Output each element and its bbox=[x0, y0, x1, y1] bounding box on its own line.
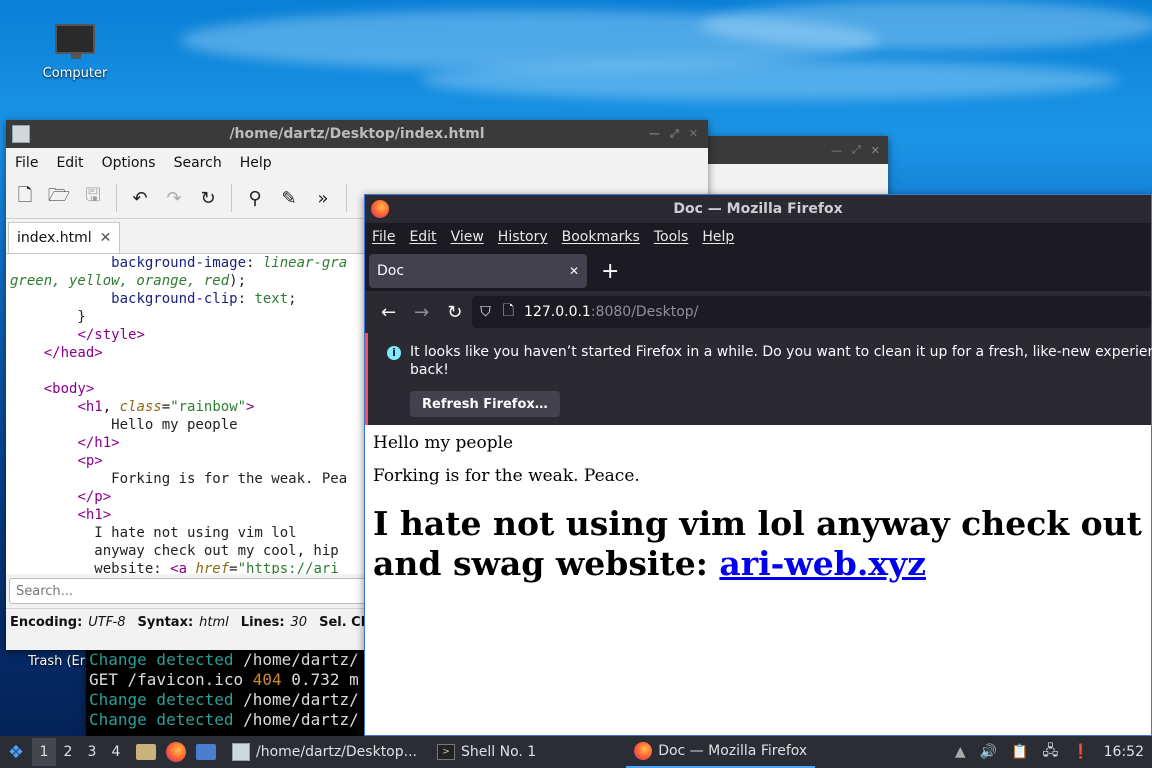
notification-text-2: back! bbox=[410, 362, 449, 378]
firefox-app-icon bbox=[634, 742, 653, 760]
workspace-2[interactable]: 2 bbox=[56, 738, 80, 766]
page-heading-main: I hate not using vim lol anyway check ou… bbox=[373, 504, 1151, 583]
window-title: /home/dartz/Desktop/index.html bbox=[229, 126, 485, 142]
close-icon[interactable]: ✕ bbox=[871, 144, 880, 157]
close-icon[interactable]: ✕ bbox=[689, 127, 698, 141]
maximize-icon[interactable]: ⤢ bbox=[670, 127, 679, 141]
new-file-icon[interactable]: 🗋 bbox=[12, 185, 38, 211]
desktop-icon-label: Computer bbox=[42, 66, 108, 81]
desktop-icon-label: Trash (Er bbox=[28, 654, 86, 669]
task-firefox[interactable]: Doc — Mozilla Firefox bbox=[626, 736, 816, 768]
menu-tools[interactable]: Tools bbox=[647, 229, 696, 245]
page-heading-hello: Hello my people bbox=[373, 433, 514, 453]
firefox-tabstrip: Doc ✕ + bbox=[365, 251, 1151, 291]
firefox-menubar: File Edit View History Bookmarks Tools H… bbox=[365, 223, 1151, 251]
workspace-1[interactable]: 1 bbox=[32, 738, 56, 766]
terminal-line: GET /favicon.ico 404 0.732 m bbox=[89, 670, 359, 689]
page-paragraph: Forking is for the weak. Peace. bbox=[373, 466, 640, 486]
reload-icon[interactable]: ↻ bbox=[195, 185, 221, 211]
back-icon[interactable]: ← bbox=[381, 302, 396, 323]
terminal-line: Change detected /home/dartz/ bbox=[89, 710, 359, 729]
menu-history[interactable]: History bbox=[491, 229, 555, 245]
background-window[interactable]: — ⤢ ✕ bbox=[706, 136, 888, 196]
menu-search[interactable]: Search bbox=[165, 155, 231, 171]
menu-options[interactable]: Options bbox=[93, 155, 165, 171]
page-icon: 🗋 bbox=[502, 303, 515, 319]
clock[interactable]: 16:52 bbox=[1104, 744, 1144, 760]
network-icon[interactable]: 🖧 bbox=[1043, 740, 1059, 764]
toolbar-separator bbox=[231, 184, 232, 212]
forward-icon[interactable]: → bbox=[414, 302, 429, 323]
minimize-icon[interactable]: — bbox=[831, 144, 842, 157]
page-content: Hello my people Forking is for the weak.… bbox=[365, 425, 1151, 731]
file-manager-icon[interactable] bbox=[136, 744, 156, 760]
menu-help[interactable]: Help bbox=[695, 229, 741, 245]
editor-menubar: File Edit Options Search Help bbox=[6, 148, 708, 178]
menu-view[interactable]: View bbox=[444, 229, 491, 245]
reload-icon[interactable]: ↻ bbox=[447, 302, 462, 323]
new-tab-icon[interactable]: + bbox=[601, 259, 619, 284]
open-folder-icon[interactable]: 🗁 bbox=[46, 185, 72, 211]
firefox-titlebar[interactable]: Doc — Mozilla Firefox bbox=[365, 195, 1151, 223]
url-host: 127.0.0.1 bbox=[524, 304, 591, 320]
menu-file[interactable]: File bbox=[6, 155, 47, 171]
notification-icon[interactable]: ❗ bbox=[1072, 744, 1089, 760]
task-label: Doc — Mozilla Firefox bbox=[658, 743, 808, 759]
task-label: Shell No. 1 bbox=[461, 744, 537, 760]
app-menu-icon[interactable]: ❖ bbox=[0, 742, 32, 763]
firefox-launcher-icon[interactable] bbox=[166, 742, 186, 762]
clipboard-icon[interactable]: 📋 bbox=[1011, 744, 1028, 760]
close-icon[interactable]: ✕ bbox=[569, 264, 579, 278]
terminal-window[interactable]: Change detected /home/dartz/ GET /favico… bbox=[86, 650, 376, 736]
task-editor[interactable]: /home/dartz/Desktop... bbox=[224, 736, 425, 768]
workspace-4[interactable]: 4 bbox=[104, 738, 128, 766]
menu-help[interactable]: Help bbox=[231, 155, 281, 171]
tab-label: Doc bbox=[377, 263, 405, 279]
redo-icon[interactable]: ↷ bbox=[161, 185, 187, 211]
maximize-icon[interactable]: ⤢ bbox=[852, 143, 861, 157]
url-bar[interactable]: ⛉ 🗋 127.0.0.1:8080/Desktop/ bbox=[472, 296, 1151, 328]
more-icon[interactable]: » bbox=[310, 185, 336, 211]
tab-doc[interactable]: Doc ✕ bbox=[369, 254, 587, 288]
toolbar-separator bbox=[116, 184, 117, 212]
url-path: :8080/Desktop/ bbox=[590, 304, 699, 320]
menu-file[interactable]: File bbox=[365, 229, 402, 245]
notification-text: It looks like you haven’t started Firefo… bbox=[410, 344, 1152, 360]
refresh-firefox-button[interactable]: Refresh Firefox… bbox=[410, 391, 560, 417]
close-icon[interactable]: ✕ bbox=[100, 230, 112, 246]
desktop-icon-computer[interactable]: Computer bbox=[40, 24, 110, 81]
toolbar-separator bbox=[346, 184, 347, 212]
save-icon[interactable]: 🖫 bbox=[80, 185, 106, 211]
desktop-icon[interactable] bbox=[196, 744, 216, 760]
editor-app-icon bbox=[232, 743, 250, 761]
taskbar: ❖ 1 2 3 4 /home/dartz/Desktop... > Shell… bbox=[0, 736, 1152, 768]
workspace-3[interactable]: 3 bbox=[80, 738, 104, 766]
minimize-icon[interactable]: — bbox=[649, 127, 660, 141]
shield-icon: ⛉ bbox=[480, 304, 491, 320]
firefox-notification: i It looks like you haven’t started Fire… bbox=[365, 333, 1152, 425]
terminal-line: Change detected /home/dartz/ bbox=[89, 650, 359, 669]
tray-up-icon[interactable]: ▲ bbox=[955, 744, 966, 760]
desktop-icon-trash[interactable]: Trash (Er bbox=[28, 654, 85, 669]
menu-bookmarks[interactable]: Bookmarks bbox=[555, 229, 647, 245]
menu-edit[interactable]: Edit bbox=[402, 229, 443, 245]
task-label: /home/dartz/Desktop... bbox=[256, 744, 417, 760]
firefox-window[interactable]: Doc — Mozilla Firefox File Edit View His… bbox=[364, 194, 1152, 736]
replace-icon[interactable]: ✎ bbox=[276, 185, 302, 211]
page-link[interactable]: ari-web.xyz bbox=[719, 544, 926, 583]
tab-label: index.html bbox=[17, 230, 92, 246]
terminal-line: Change detected /home/dartz/ bbox=[89, 690, 359, 709]
task-shell[interactable]: > Shell No. 1 bbox=[429, 736, 544, 768]
computer-icon bbox=[55, 24, 95, 59]
window-title: Doc — Mozilla Firefox bbox=[673, 201, 843, 217]
terminal-icon: > bbox=[437, 744, 455, 760]
undo-icon[interactable]: ↶ bbox=[127, 185, 153, 211]
volume-icon[interactable]: 🔊 bbox=[980, 744, 997, 760]
editor-titlebar[interactable]: /home/dartz/Desktop/index.html — ⤢ ✕ bbox=[6, 120, 708, 148]
info-icon: i bbox=[387, 346, 401, 360]
search-icon[interactable]: ⚲ bbox=[242, 185, 268, 211]
tab-index-html[interactable]: index.html ✕ bbox=[8, 222, 121, 253]
firefox-navbar: ← → ↻ ⛉ 🗋 127.0.0.1:8080/Desktop/ bbox=[365, 291, 1151, 333]
menu-edit[interactable]: Edit bbox=[47, 155, 92, 171]
